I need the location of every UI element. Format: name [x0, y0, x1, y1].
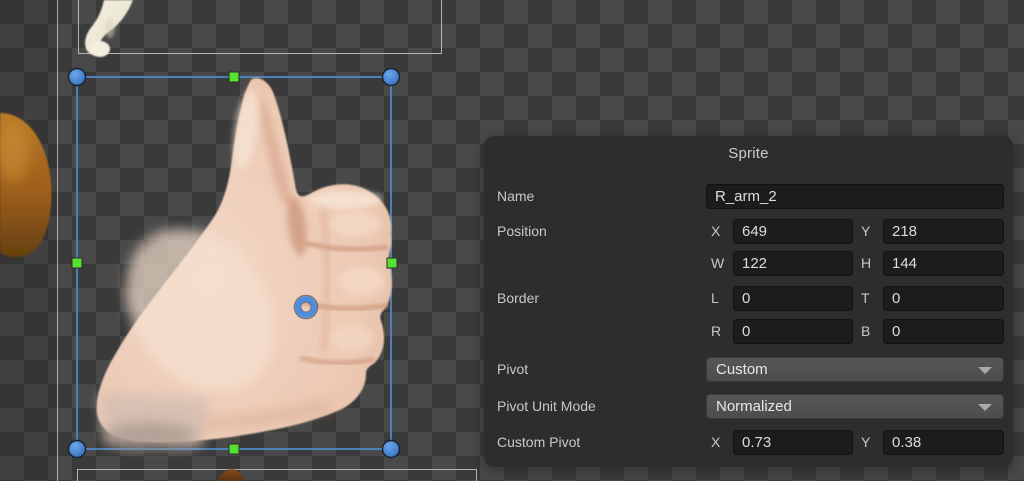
border-t-field[interactable]: 0: [883, 286, 1004, 311]
border-l-prefix: L: [711, 286, 733, 311]
sprite-inspector-panel: Sprite Name Position Border Pivot Pivot …: [484, 136, 1013, 467]
position-x-prefix: X: [711, 219, 733, 244]
border-r-field[interactable]: 0: [733, 319, 853, 344]
custom-pivot-y-field[interactable]: 0.38: [883, 430, 1004, 455]
handle-edge-bottom[interactable]: [229, 444, 239, 454]
handle-edge-top[interactable]: [229, 72, 239, 82]
pivot-unit-mode-label: Pivot Unit Mode: [497, 394, 596, 419]
position-h-field[interactable]: 144: [883, 251, 1004, 276]
handle-corner-bottom-right[interactable]: [383, 441, 400, 458]
border-r-prefix: R: [711, 319, 733, 344]
pivot-label: Pivot: [497, 357, 528, 382]
border-label: Border: [497, 286, 539, 311]
border-b-field[interactable]: 0: [883, 319, 1004, 344]
border-l-field[interactable]: 0: [733, 286, 853, 311]
custom-pivot-y-prefix: Y: [861, 430, 883, 455]
position-x-field[interactable]: 649: [733, 219, 853, 244]
custom-pivot-x-prefix: X: [711, 430, 733, 455]
handle-edge-left[interactable]: [72, 258, 82, 268]
handle-corner-top-left[interactable]: [69, 69, 86, 86]
pivot-unit-mode-dropdown-value: Normalized: [716, 398, 792, 415]
pivot-dropdown[interactable]: Custom: [706, 357, 1004, 382]
position-label: Position: [497, 219, 547, 244]
position-w-field[interactable]: 122: [733, 251, 853, 276]
handle-edge-right[interactable]: [387, 258, 397, 268]
border-t-prefix: T: [861, 286, 883, 311]
chevron-down-icon: [978, 404, 992, 411]
name-field[interactable]: R_arm_2: [706, 184, 1004, 209]
custom-pivot-x-field[interactable]: 0.73: [733, 430, 853, 455]
custom-pivot-label: Custom Pivot: [497, 430, 580, 455]
sprite-editor-canvas: Sprite Name Position Border Pivot Pivot …: [0, 0, 1024, 481]
position-h-prefix: H: [861, 251, 883, 276]
handle-corner-top-right[interactable]: [383, 69, 400, 86]
pivot-unit-mode-dropdown[interactable]: Normalized: [706, 394, 1004, 419]
border-b-prefix: B: [861, 319, 883, 344]
sprite-hand-thumbs-up[interactable]: [95, 78, 391, 449]
sprite-bone-piece[interactable]: [85, 0, 133, 57]
sprite-orange-piece[interactable]: [0, 113, 52, 257]
position-y-field[interactable]: 218: [883, 219, 1004, 244]
position-y-prefix: Y: [861, 219, 883, 244]
panel-title: Sprite: [484, 145, 1013, 162]
name-label: Name: [497, 184, 534, 209]
position-w-prefix: W: [711, 251, 733, 276]
chevron-down-icon: [978, 367, 992, 374]
pivot-dropdown-value: Custom: [716, 361, 768, 378]
sprite-brown-piece[interactable]: [217, 469, 245, 481]
handle-corner-bottom-left[interactable]: [69, 441, 86, 458]
